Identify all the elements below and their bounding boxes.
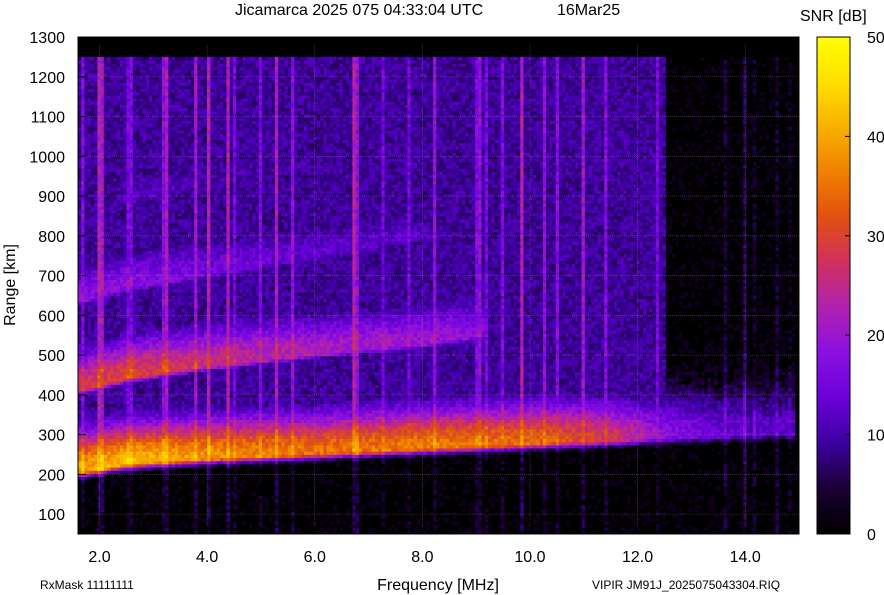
colorbar-tick-label: 50 — [867, 30, 884, 47]
y-tick-label: 600 — [38, 308, 65, 325]
x-tick-label: 6.0 — [304, 549, 326, 566]
y-tick-label: 100 — [38, 507, 65, 524]
y-tick-label: 400 — [38, 388, 65, 405]
ionogram-chart: Jicamarca 2025 075 04:33:04 UTC 16Mar25 … — [0, 0, 884, 595]
file-label: VIPIR JM91J_2025075043304.RIQ — [592, 578, 780, 592]
colorbar-tick-label: 10 — [867, 428, 884, 445]
x-tick-label: 4.0 — [196, 549, 218, 566]
y-tick-label: 900 — [38, 189, 65, 206]
x-tick-label: 2.0 — [88, 549, 110, 566]
y-tick-label: 1200 — [29, 70, 65, 87]
colorbar-tick-label: 30 — [867, 229, 884, 246]
x-axis-label: Frequency [MHz] — [377, 577, 499, 594]
y-tick-label: 300 — [38, 428, 65, 445]
colorbar-tick-label: 0 — [867, 527, 876, 544]
y-tick-label: 800 — [38, 229, 65, 246]
y-tick-label: 200 — [38, 467, 65, 484]
chart-date: 16Mar25 — [557, 2, 620, 19]
x-tick-label: 12.0 — [622, 549, 653, 566]
colorbar-tick-label: 40 — [867, 129, 884, 146]
colorbar — [817, 37, 850, 534]
x-tick-label: 10.0 — [514, 549, 545, 566]
y-axis-label: Range [km] — [2, 244, 19, 326]
y-tick-label: 500 — [38, 348, 65, 365]
colorbar-tick-label: 20 — [867, 328, 884, 345]
y-tick-label: 700 — [38, 269, 65, 286]
chart-title: Jicamarca 2025 075 04:33:04 UTC — [235, 2, 483, 19]
y-tick-label: 1100 — [31, 110, 66, 127]
y-tick-label: 1000 — [29, 149, 65, 166]
x-tick-label: 14.0 — [730, 549, 761, 566]
colorbar-label: SNR [dB] — [800, 8, 867, 25]
y-tick-label: 1300 — [29, 30, 65, 47]
x-tick-label: 8.0 — [411, 549, 433, 566]
rxmask-label: RxMask 11111111 — [40, 578, 134, 592]
